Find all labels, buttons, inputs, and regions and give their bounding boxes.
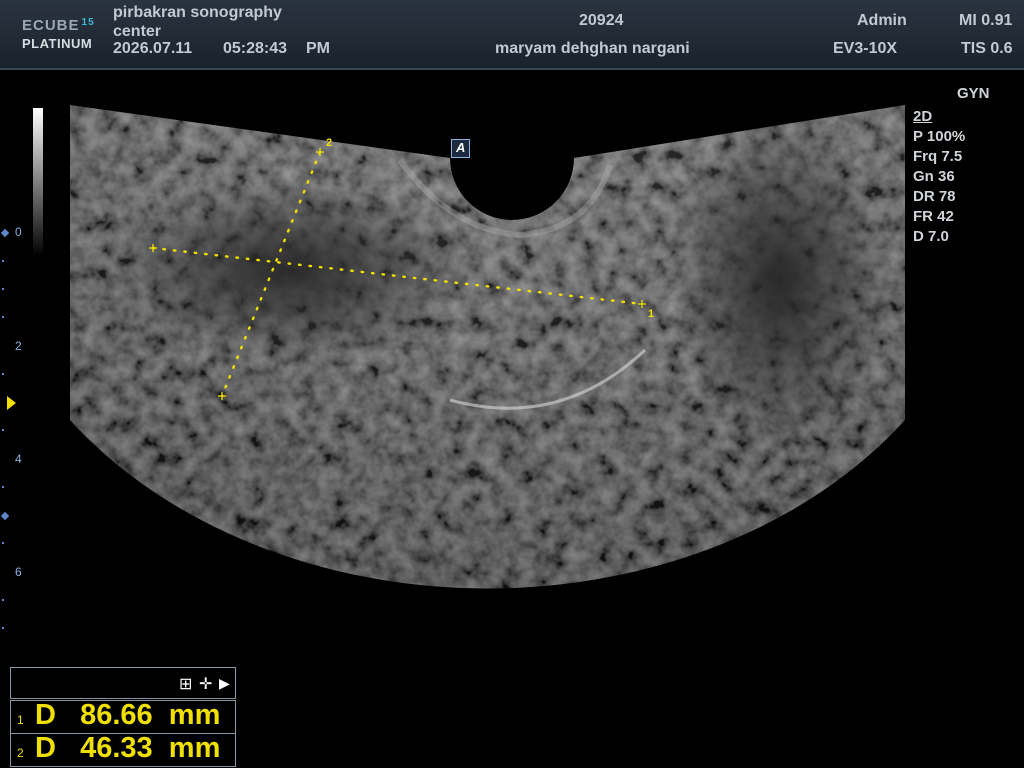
depth-diamond-focus bbox=[0, 511, 10, 521]
measurement-value: D 86.66 mm bbox=[35, 699, 221, 731]
depth-param: D 7.0 bbox=[913, 228, 949, 245]
frame-rate-param: FR 42 bbox=[913, 208, 954, 225]
gain-param: Gn 36 bbox=[913, 168, 955, 185]
power-param: P 100% bbox=[913, 128, 966, 145]
dynamic-range-param: DR 78 bbox=[913, 188, 956, 205]
orientation-icon: A bbox=[451, 139, 470, 158]
grayscale-bar bbox=[33, 108, 43, 256]
play-icon[interactable]: ▶ bbox=[219, 675, 230, 692]
measurement-result-1[interactable]: 1 D 86.66 mm bbox=[10, 699, 236, 734]
measurement-index: 1 bbox=[17, 713, 24, 727]
depth-scale: 0 2 4 6 bbox=[0, 220, 30, 640]
move-icon[interactable]: ✛ bbox=[199, 674, 212, 694]
mode-label: 2D bbox=[913, 108, 933, 125]
measurement-result-2[interactable]: 2 D 46.33 mm bbox=[10, 732, 236, 767]
depth-label-2: 2 bbox=[15, 339, 22, 353]
grid-icon[interactable]: ⊞ bbox=[179, 674, 192, 694]
depth-diamond-0 bbox=[0, 228, 10, 238]
focus-marker[interactable] bbox=[7, 396, 16, 410]
measurement-toolbar: ⊞ ✛ ▶ bbox=[10, 667, 236, 699]
frequency-param: Frq 7.5 bbox=[913, 148, 963, 165]
ultrasound-image bbox=[70, 105, 905, 589]
depth-label-0: 0 bbox=[15, 225, 22, 239]
measurement-value: D 46.33 mm bbox=[35, 732, 221, 764]
caliper-label-1: 1 bbox=[648, 308, 655, 320]
depth-label-4: 4 bbox=[15, 452, 22, 466]
preset-label: GYN bbox=[957, 85, 990, 102]
measurement-index: 2 bbox=[17, 746, 24, 760]
depth-label-6: 6 bbox=[15, 565, 22, 579]
caliper-label-2: 2 bbox=[326, 137, 333, 149]
